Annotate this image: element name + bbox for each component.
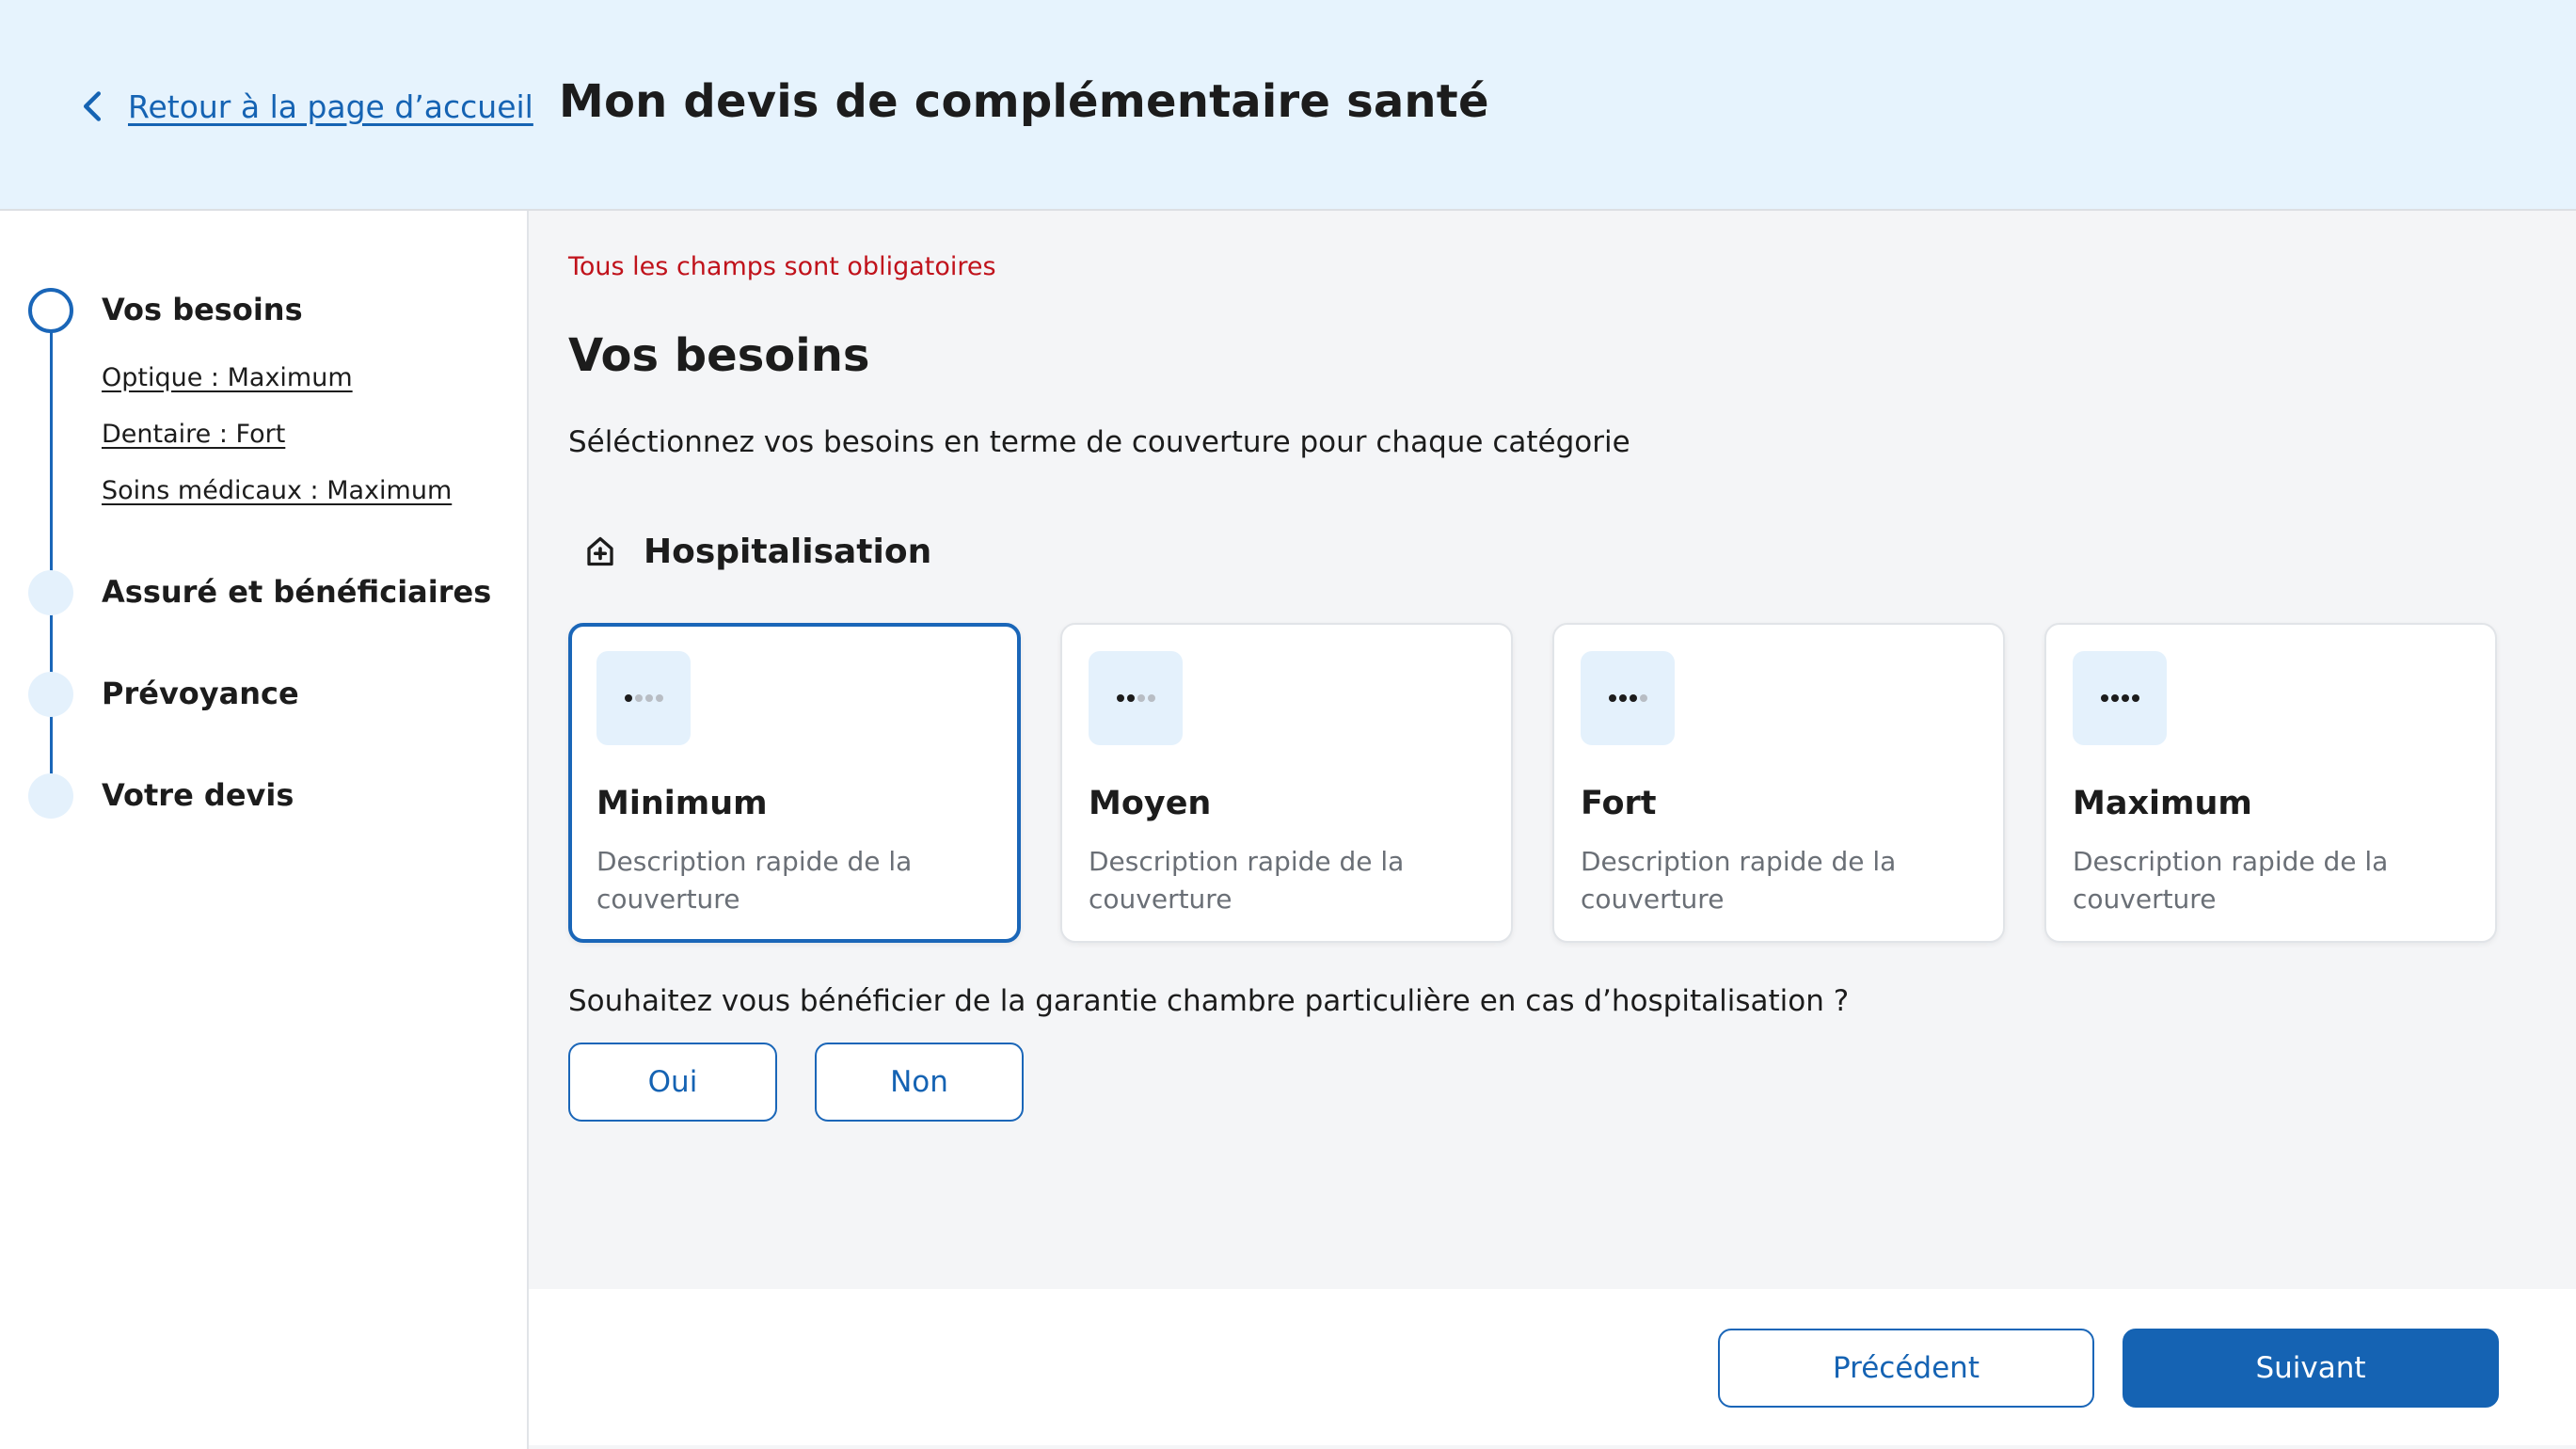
category-header: Hospitalisation (583, 529, 931, 574)
section-description: Séléctionnez vos besoins en terme de cou… (568, 425, 1630, 459)
section-title: Vos besoins (568, 329, 870, 382)
next-button[interactable]: Suivant (2123, 1329, 2499, 1408)
substep-soins-medicaux[interactable]: Soins médicaux : Maximum (102, 476, 452, 505)
level-1-icon (596, 651, 691, 745)
coverage-options: Minimum Description rapide de la couvert… (568, 623, 2504, 943)
page-title: Mon devis de complémentaire santé (559, 75, 1489, 128)
level-4-icon (2073, 651, 2167, 745)
option-title: Minimum (596, 785, 768, 822)
option-title: Fort (1581, 785, 1657, 822)
step-indicator-assure (28, 570, 73, 615)
option-title: Moyen (1089, 785, 1212, 822)
substep-dentaire[interactable]: Dentaire : Fort (102, 420, 285, 449)
category-label: Hospitalisation (644, 532, 932, 571)
no-button[interactable]: Non (815, 1043, 1024, 1122)
stepper-sidebar: Vos besoins Optique : Maximum Dentaire :… (0, 211, 529, 1449)
option-card-maximum[interactable]: Maximum Description rapide de la couvert… (2044, 623, 2497, 943)
divider (529, 1445, 2576, 1449)
previous-button[interactable]: Précédent (1718, 1329, 2094, 1408)
option-card-fort[interactable]: Fort Description rapide de la couverture (1552, 623, 2005, 943)
hospital-icon (587, 536, 613, 566)
step-indicator-votre-devis (28, 773, 73, 819)
back-to-home-link[interactable]: Retour à la page d’accueil (79, 81, 533, 132)
chevron-left-icon (83, 91, 102, 121)
level-2-icon (1089, 651, 1183, 745)
page-header: Retour à la page d’accueil Mon devis de … (0, 0, 2576, 211)
required-fields-note: Tous les champs sont obligatoires (568, 252, 996, 281)
option-description: Description rapide de la couverture (1089, 846, 1405, 915)
step-indicator-vos-besoins (28, 288, 73, 333)
substep-optique[interactable]: Optique : Maximum (102, 363, 353, 392)
option-title: Maximum (2073, 785, 2252, 822)
private-room-question: Souhaitez vous bénéficier de la garantie… (568, 984, 1850, 1018)
step-vos-besoins[interactable]: Vos besoins (102, 292, 303, 327)
level-3-icon (1581, 651, 1675, 745)
option-description: Description rapide de la couverture (2073, 846, 2389, 915)
step-prevoyance: Prévoyance (102, 676, 299, 711)
back-link-label: Retour à la page d’accueil (128, 88, 533, 125)
option-card-minimum[interactable]: Minimum Description rapide de la couvert… (568, 623, 1021, 943)
footer-actions: Précédent Suivant (529, 1289, 2576, 1449)
option-card-moyen[interactable]: Moyen Description rapide de la couvertur… (1060, 623, 1513, 943)
step-votre-devis: Votre devis (102, 777, 294, 813)
step-assure-beneficiaires: Assuré et bénéficiaires (102, 574, 492, 610)
stepper-line (50, 331, 53, 792)
option-description: Description rapide de la couverture (1581, 846, 1897, 915)
option-description: Description rapide de la couverture (596, 846, 913, 915)
yes-button[interactable]: Oui (568, 1043, 777, 1122)
step-indicator-prevoyance (28, 672, 73, 717)
main-content: Tous les champs sont obligatoires Vos be… (529, 211, 2576, 1289)
